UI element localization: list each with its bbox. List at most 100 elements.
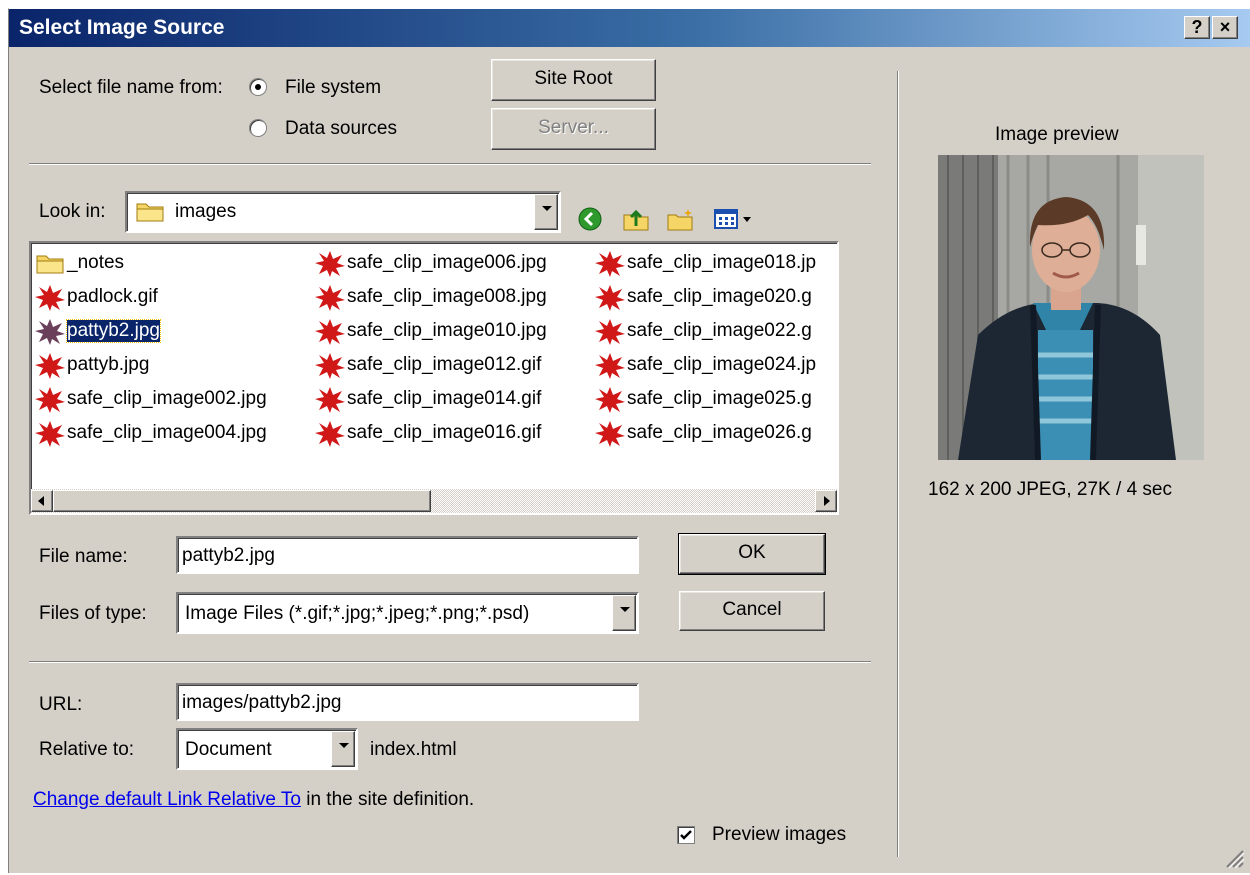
file-name-text: _notes — [67, 252, 125, 273]
file-name-text: safe_clip_image008.jpg — [347, 286, 547, 307]
cancel-button[interactable]: Cancel — [679, 591, 825, 631]
relative-to-value: Document — [185, 739, 272, 760]
file-name-text: safe_clip_image026.g — [627, 422, 812, 443]
file-name-text: safe_clip_image022.g — [627, 320, 812, 341]
file-system-label: File system — [285, 77, 382, 98]
scroll-right-button[interactable] — [815, 490, 837, 512]
image-file-icon — [313, 249, 347, 277]
file-name-text: safe_clip_image014.gif — [347, 388, 542, 409]
file-name-text: pattyb2.jpg — [66, 319, 161, 343]
folder-item[interactable]: _notes — [33, 248, 124, 278]
resize-grip-icon[interactable] — [1223, 847, 1245, 869]
file-name-text: safe_clip_image018.jp — [627, 252, 817, 273]
file-name-text: safe_clip_image016.gif — [347, 422, 542, 443]
file-item[interactable]: safe_clip_image014.gif — [313, 384, 541, 414]
link-line: Change default Link Relative To in the s… — [33, 789, 474, 811]
file-item[interactable]: safe_clip_image026.g — [593, 418, 812, 448]
preview-images-label: Preview images — [712, 824, 847, 845]
data-sources-radio[interactable] — [249, 119, 267, 137]
chevron-down-icon[interactable] — [331, 731, 355, 767]
file-item[interactable]: safe_clip_image020.g — [593, 282, 812, 312]
title-bar: Select Image Source ? × — [9, 9, 1250, 47]
image-preview-info: 162 x 200 JPEG, 27K / 4 sec — [928, 479, 1172, 500]
scroll-left-button[interactable] — [31, 490, 53, 512]
file-name-input[interactable]: pattyb2.jpg — [176, 536, 639, 574]
file-item[interactable]: safe_clip_image010.jpg — [313, 316, 547, 346]
vertical-separator — [897, 71, 899, 857]
file-name-text: safe_clip_image006.jpg — [347, 252, 547, 273]
file-list[interactable]: _notes padlock.gif pattyb2.jpg pattyb.jpg sa… — [29, 241, 839, 515]
file-item[interactable]: safe_clip_image025.g — [593, 384, 812, 414]
image-file-icon — [313, 419, 347, 447]
up-folder-icon[interactable] — [621, 206, 651, 232]
image-file-icon — [33, 317, 67, 345]
image-file-icon — [313, 283, 347, 311]
file-item[interactable]: padlock.gif — [33, 282, 158, 312]
image-file-icon — [593, 351, 627, 379]
file-item[interactable]: safe_clip_image012.gif — [313, 350, 541, 380]
file-name-text: safe_clip_image025.g — [627, 388, 812, 409]
window-title: Select Image Source — [19, 16, 225, 39]
file-name-text: safe_clip_image002.jpg — [67, 388, 267, 409]
view-menu-icon[interactable] — [711, 206, 757, 232]
select-image-source-dialog: Select Image Source ? × Select file name… — [8, 8, 1250, 873]
file-item[interactable]: pattyb2.jpg — [33, 316, 161, 346]
image-preview-title: Image preview — [995, 124, 1119, 145]
file-type-label: Files of type: — [39, 603, 147, 624]
file-item[interactable]: safe_clip_image022.g — [593, 316, 812, 346]
file-name-text: padlock.gif — [67, 286, 158, 307]
data-sources-label: Data sources — [285, 118, 397, 139]
new-folder-icon[interactable] — [666, 206, 696, 232]
file-type-dropdown[interactable]: Image Files (*.gif;*.jpg;*.jpeg;*.png;*.… — [176, 592, 639, 634]
ok-button[interactable]: OK — [678, 533, 826, 575]
file-name-label: File name: — [39, 546, 128, 567]
separator — [29, 163, 871, 165]
image-file-icon — [313, 317, 347, 345]
file-item[interactable]: safe_clip_image008.jpg — [313, 282, 547, 312]
file-item[interactable]: safe_clip_image002.jpg — [33, 384, 267, 414]
file-name-text: safe_clip_image012.gif — [347, 354, 542, 375]
relative-to-label: Relative to: — [39, 739, 135, 760]
file-item[interactable]: safe_clip_image006.jpg — [313, 248, 547, 278]
chevron-down-icon[interactable] — [612, 595, 636, 631]
image-file-icon — [593, 249, 627, 277]
file-item[interactable]: safe_clip_image018.jp — [593, 248, 816, 278]
url-value: images/pattyb2.jpg — [182, 692, 342, 713]
file-item[interactable]: safe_clip_image016.gif — [313, 418, 541, 448]
image-file-icon — [313, 385, 347, 413]
close-button[interactable]: × — [1212, 16, 1238, 39]
scroll-thumb[interactable] — [53, 490, 431, 512]
image-file-icon — [593, 419, 627, 447]
relative-to-dropdown[interactable]: Document — [176, 728, 358, 770]
image-file-icon — [33, 385, 67, 413]
look-in-dropdown[interactable]: images — [125, 191, 561, 233]
url-label: URL: — [39, 694, 83, 715]
look-in-value: images — [175, 201, 237, 222]
file-name-text: pattyb.jpg — [67, 354, 150, 375]
back-icon[interactable] — [575, 206, 605, 232]
site-root-button[interactable]: Site Root — [491, 59, 656, 101]
image-file-icon — [33, 351, 67, 379]
preview-images-checkbox[interactable] — [677, 826, 695, 844]
change-default-link[interactable]: Change default Link Relative To — [33, 789, 301, 810]
file-type-value: Image Files (*.gif;*.jpg;*.jpeg;*.png;*.… — [185, 603, 530, 624]
file-item[interactable]: safe_clip_image004.jpg — [33, 418, 267, 448]
select-from-label: Select file name from: — [39, 77, 223, 98]
file-item[interactable]: pattyb.jpg — [33, 350, 149, 380]
relative-page-label: index.html — [370, 739, 457, 760]
image-file-icon — [593, 283, 627, 311]
file-name-text: safe_clip_image024.jp — [627, 354, 817, 375]
image-file-icon — [593, 385, 627, 413]
image-file-icon — [33, 283, 67, 311]
image-file-icon — [593, 317, 627, 345]
file-name-text: safe_clip_image004.jpg — [67, 422, 267, 443]
chevron-down-icon[interactable] — [534, 194, 558, 230]
file-system-radio[interactable] — [249, 78, 267, 96]
file-item[interactable]: safe_clip_image024.jp — [593, 350, 816, 380]
help-button[interactable]: ? — [1184, 16, 1210, 39]
separator — [29, 661, 871, 663]
url-input[interactable]: images/pattyb2.jpg — [176, 683, 639, 721]
file-name-value: pattyb2.jpg — [182, 545, 275, 566]
file-name-text: safe_clip_image010.jpg — [347, 320, 547, 341]
horizontal-scrollbar[interactable] — [31, 489, 837, 513]
